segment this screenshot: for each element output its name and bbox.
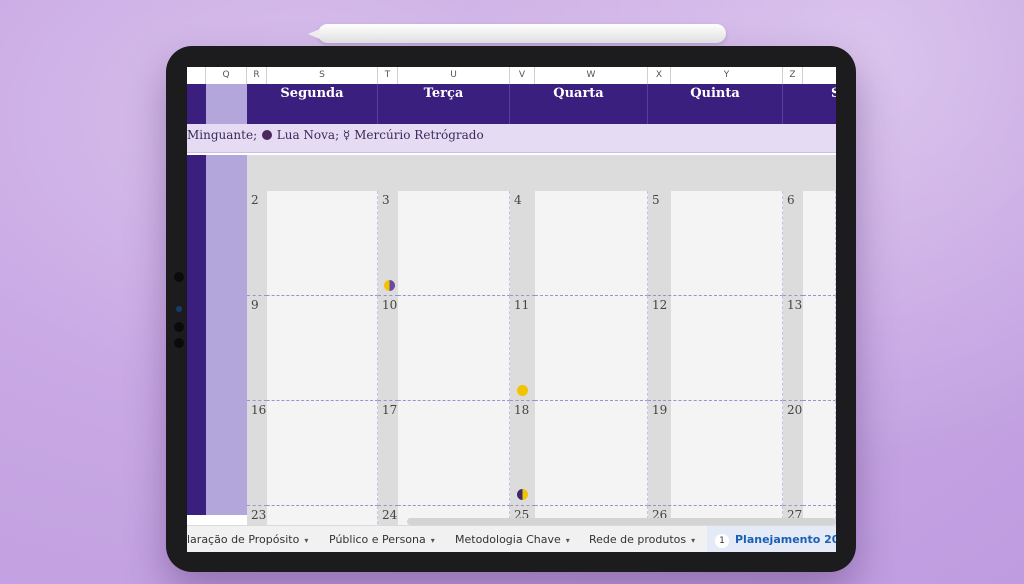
button-icon <box>174 322 184 332</box>
column-header[interactable]: V <box>510 67 535 84</box>
day-number: 17 <box>378 401 398 506</box>
column-header[interactable]: Z <box>783 67 803 84</box>
sheet-tab-label: Rede de produtos <box>589 533 687 546</box>
column-header[interactable] <box>187 67 206 84</box>
moon-legend[interactable]: Minguante; Lua Nova; ☿ Mercúrio Retrógra… <box>187 124 836 153</box>
button-icon <box>174 338 184 348</box>
column-header[interactable]: R <box>247 67 267 84</box>
column-header[interactable]: Y <box>671 67 783 84</box>
sheet-tab[interactable]: Rede de produtos ▾ <box>589 526 695 552</box>
column-header-row: Q R S T U V W X Y Z <box>187 67 836 85</box>
pencil-tip <box>308 29 320 39</box>
weekday-header[interactable]: Quarta <box>510 84 648 124</box>
weekday-header[interactable]: S <box>783 84 836 124</box>
weekday-header[interactable]: Terça <box>378 84 510 124</box>
chevron-down-icon[interactable]: ▾ <box>431 536 435 545</box>
day-number: 6 <box>783 191 803 296</box>
header-accent <box>206 84 247 124</box>
column-header[interactable]: Q <box>206 67 247 84</box>
spacer-row <box>247 155 836 191</box>
chevron-down-icon[interactable]: ▾ <box>566 536 570 545</box>
chevron-down-icon[interactable]: ▾ <box>304 536 308 545</box>
spreadsheet-screen: Q R S T U V W X Y Z Segunda Terça Quarta… <box>187 67 836 552</box>
sheet-tab-label: Público e Persona <box>329 533 426 546</box>
weekday-header[interactable]: Segunda <box>247 84 378 124</box>
day-number: 13 <box>783 296 803 401</box>
stylus-pencil <box>308 24 726 43</box>
weekday-header-row: Segunda Terça Quarta Quinta S <box>187 84 836 124</box>
last-quarter-moon-icon <box>517 489 528 500</box>
sheet-tab-label: Planejamento 2025 <box>735 533 836 546</box>
day-number: 4 <box>510 191 535 296</box>
day-number: 16 <box>247 401 267 506</box>
left-accent-bar <box>187 155 206 515</box>
day-number: 20 <box>783 401 803 506</box>
sheet-tab[interactable]: Metodologia Chave ▾ <box>455 526 570 552</box>
day-number: 2 <box>247 191 267 296</box>
column-header[interactable] <box>803 67 836 84</box>
full-moon-icon <box>517 385 528 396</box>
new-moon-icon <box>261 130 272 140</box>
chevron-down-icon[interactable]: ▾ <box>691 536 695 545</box>
sheet-count-badge: 1 <box>715 534 729 548</box>
day-number: 10 <box>378 296 398 401</box>
column-header[interactable]: W <box>535 67 648 84</box>
sheet-tab-active[interactable]: 1 Planejamento 2025 <box>707 526 836 552</box>
column-header[interactable]: T <box>378 67 398 84</box>
sheet-tab[interactable]: Público e Persona ▾ <box>329 526 435 552</box>
column-header[interactable]: S <box>267 67 378 84</box>
sheet-tab-label: laração de Propósito <box>187 533 300 546</box>
camera-icon <box>176 306 182 312</box>
first-quarter-moon-icon <box>384 280 395 291</box>
horizontal-scrollbar[interactable] <box>407 518 836 525</box>
sheet-tab-label: Metodologia Chave <box>455 533 561 546</box>
button-icon <box>174 272 184 282</box>
day-number: 12 <box>648 296 671 401</box>
sheet-tab-bar: laração de Propósito ▾ Público e Persona ▾… <box>187 525 836 552</box>
legend-text: Minguante; <box>187 128 261 142</box>
left-accent-bar-light <box>206 155 247 515</box>
day-number: 19 <box>648 401 671 506</box>
weekday-header[interactable]: Quinta <box>648 84 783 124</box>
sheet-tab[interactable]: laração de Propósito ▾ <box>187 526 308 552</box>
column-header[interactable]: U <box>398 67 510 84</box>
day-number: 5 <box>648 191 671 296</box>
legend-text: Lua Nova; ☿ Mercúrio Retrógrado <box>272 128 484 142</box>
day-number: 9 <box>247 296 267 401</box>
column-header[interactable]: X <box>648 67 671 84</box>
